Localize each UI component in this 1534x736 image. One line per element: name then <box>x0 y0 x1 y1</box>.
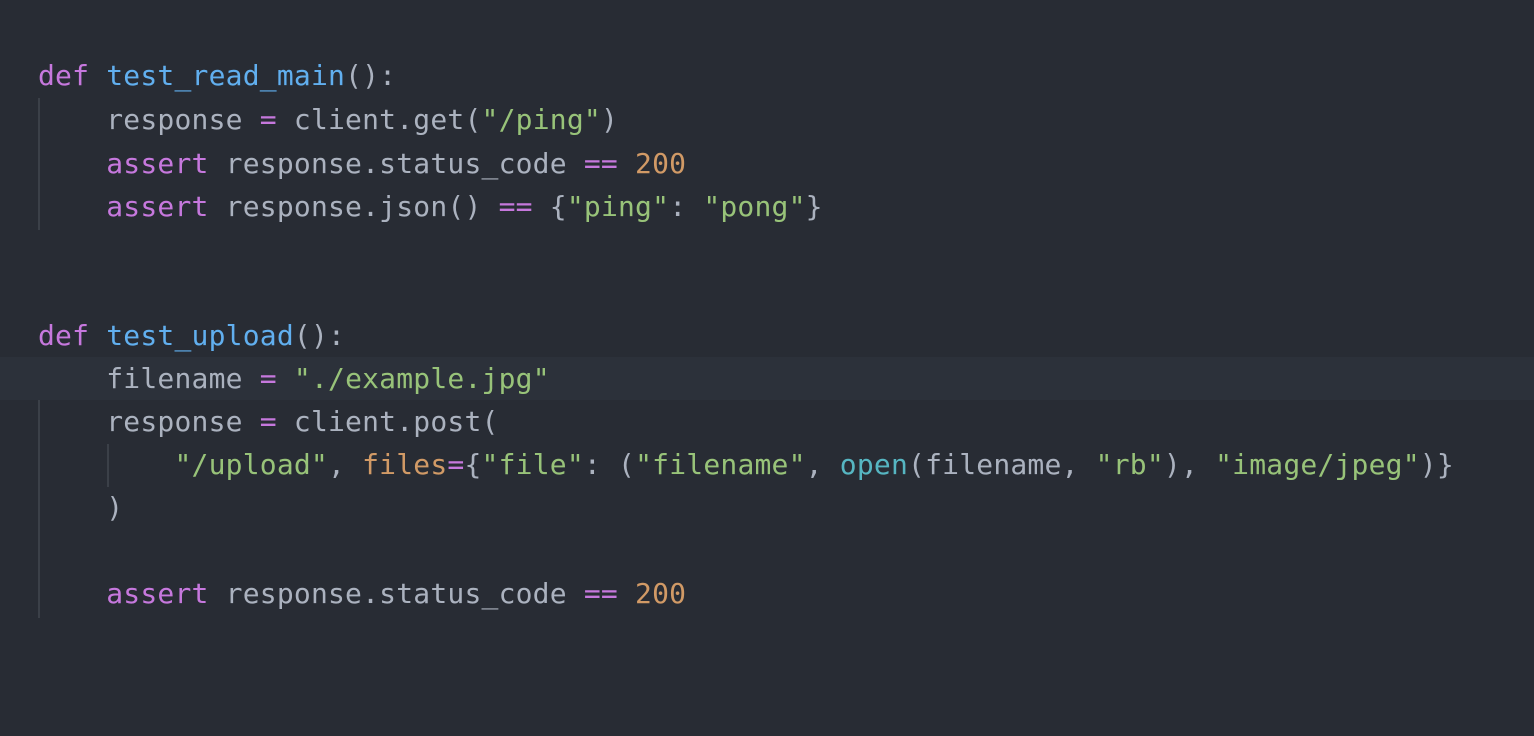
operator-token: = <box>447 448 465 481</box>
string-token: "ping" <box>566 190 670 223</box>
text-token: client.post( <box>276 405 499 438</box>
code-line-4[interactable]: assert response.json() == {"ping": "pong… <box>38 185 823 228</box>
text-token: , <box>328 448 363 481</box>
code-editor[interactable]: def test_read_main(): response = client.… <box>0 0 1534 736</box>
operator-token: = <box>259 405 277 438</box>
text-token: , <box>805 448 840 481</box>
operator-token: == <box>583 147 618 180</box>
code-line-1[interactable]: def test_read_main(): <box>38 54 396 97</box>
operator-token: = <box>259 362 277 395</box>
string-token: "/upload" <box>174 448 328 481</box>
code-line-2[interactable]: response = client.get("/ping") <box>38 98 618 141</box>
text-token: (): <box>345 59 397 92</box>
text-token: response.json() <box>208 190 499 223</box>
text-token: response.status_code <box>208 577 584 610</box>
text-token: : ( <box>583 448 636 481</box>
operator-token: == <box>498 190 533 223</box>
operator-token: = <box>259 103 277 136</box>
code-line-5[interactable]: def test_upload(): <box>38 314 345 357</box>
code-line-11[interactable]: assert response.status_code == 200 <box>38 572 686 615</box>
text-token: response.status_code <box>208 147 584 180</box>
keyword-token: assert <box>106 190 209 223</box>
text-token: (): <box>293 319 346 352</box>
string-token: "image/jpeg" <box>1215 448 1420 481</box>
operator-token: == <box>583 577 618 610</box>
keyword-token: assert <box>106 577 209 610</box>
string-token: "filename" <box>635 448 806 481</box>
text-token: ), <box>1163 448 1216 481</box>
text-token: : <box>669 190 704 223</box>
text-token: response <box>106 405 260 438</box>
text-token: client.get( <box>276 103 482 136</box>
text-token: ) <box>600 103 618 136</box>
string-token: "file" <box>481 448 584 481</box>
keyword-token: assert <box>106 147 209 180</box>
text-token: filename <box>106 362 260 395</box>
function-name-token: test_upload <box>106 319 294 352</box>
number-token: 200 <box>635 147 687 180</box>
string-token: "pong" <box>703 190 806 223</box>
text-token: { <box>532 190 567 223</box>
string-token: "/ping" <box>481 103 601 136</box>
text-token: response <box>106 103 260 136</box>
builtin-token: open <box>839 448 909 481</box>
text-token: ) <box>106 491 124 524</box>
text-token: (filename, <box>908 448 1096 481</box>
text-token: } <box>805 190 823 223</box>
code-line-8[interactable]: "/upload", files={"file": ("filename", o… <box>38 443 1454 486</box>
keyword-token: def <box>38 319 90 352</box>
number-token: 200 <box>635 577 687 610</box>
function-name-token: test_read_main <box>106 59 346 92</box>
code-line-3[interactable]: assert response.status_code == 200 <box>38 142 686 185</box>
text-token: { <box>464 448 482 481</box>
code-line-7[interactable]: response = client.post( <box>38 400 499 443</box>
string-token: "./example.jpg" <box>293 362 550 395</box>
string-token: "rb" <box>1095 448 1164 481</box>
code-line-9[interactable]: ) <box>38 486 123 529</box>
parameter-token: files <box>362 448 448 481</box>
code-line-6-current[interactable]: filename = "./example.jpg" <box>0 357 1534 400</box>
keyword-token: def <box>38 59 90 92</box>
text-token: )} <box>1419 448 1454 481</box>
